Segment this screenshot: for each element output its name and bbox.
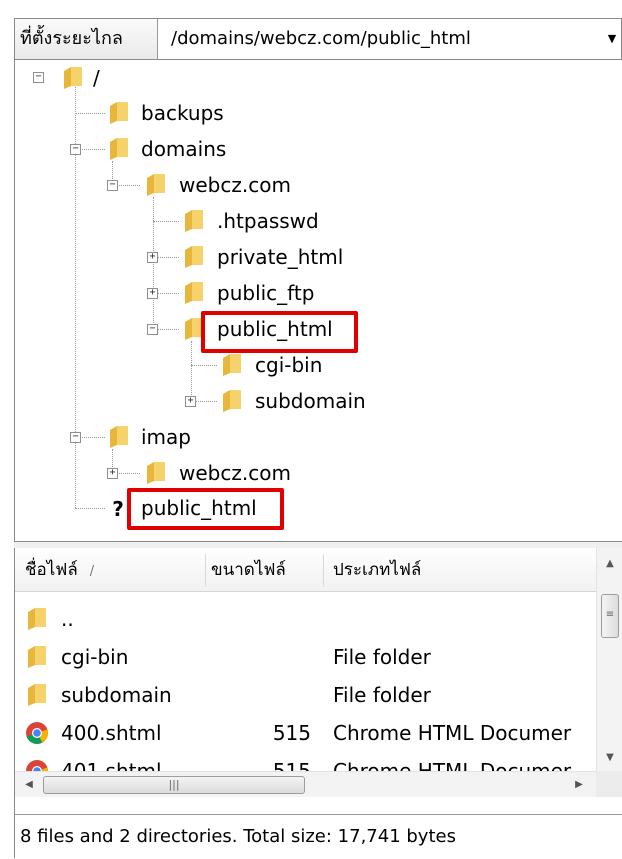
- remote-directory-tree: − − − + + − + − + / backups domains webc…: [14, 60, 622, 542]
- file-name: subdomain: [61, 683, 172, 707]
- collapse-domains-icon[interactable]: −: [70, 144, 81, 155]
- folder-icon: [223, 354, 241, 376]
- remote-file-list: ชื่อไฟล์ / ขนาดไฟล์ ประเภทไฟล์ .. cgi-bin…: [14, 548, 622, 814]
- path-dropdown-arrow-icon[interactable]: ▼: [603, 19, 621, 59]
- folder-icon: [28, 684, 46, 706]
- file-name: ..: [61, 607, 74, 631]
- tree-node-imap[interactable]: imap: [141, 422, 191, 452]
- tree-node-subdomain[interactable]: subdomain: [255, 386, 366, 416]
- tree-node-cgi-bin[interactable]: cgi-bin: [255, 350, 322, 380]
- scroll-down-icon[interactable]: ▼: [597, 746, 622, 770]
- file-row[interactable]: subdomain File folder: [15, 676, 597, 714]
- scroll-corner: [596, 771, 622, 797]
- tree-node-domains[interactable]: domains: [141, 134, 226, 164]
- column-header-filetype[interactable]: ประเภทไฟล์: [333, 548, 593, 592]
- chrome-icon: [26, 722, 48, 744]
- tree-node-root[interactable]: /: [93, 63, 100, 93]
- file-row[interactable]: cgi-bin File folder: [15, 638, 597, 676]
- tree-node-webcz-com[interactable]: webcz.com: [179, 170, 291, 200]
- unknown-folder-icon: ?: [107, 496, 129, 522]
- expand-public-ftp-icon[interactable]: +: [147, 288, 158, 299]
- collapse-public-html-icon[interactable]: −: [147, 324, 158, 335]
- sort-indicator: /: [89, 564, 95, 579]
- file-list-header: ชื่อไฟล์ / ขนาดไฟล์ ประเภทไฟล์: [15, 548, 597, 592]
- file-name: cgi-bin: [61, 645, 129, 669]
- folder-icon: [28, 646, 46, 668]
- horizontal-scroll-thumb[interactable]: |||: [43, 776, 305, 794]
- scroll-left-icon[interactable]: ◀: [17, 772, 41, 798]
- folder-icon: [147, 174, 165, 196]
- file-type: File folder: [333, 645, 431, 669]
- expand-private-html-icon[interactable]: +: [147, 252, 158, 263]
- folder-icon: [28, 608, 46, 630]
- scroll-up-icon[interactable]: ▲: [597, 552, 622, 576]
- folder-icon: [185, 210, 203, 232]
- tree-node-public-html[interactable]: public_html: [217, 314, 333, 344]
- status-bar: 8 files and 2 directories. Total size: 1…: [14, 814, 622, 858]
- remote-site-label: ที่ตั้งระยะไกล: [15, 19, 158, 59]
- file-type: File folder: [333, 683, 431, 707]
- expand-imap-webcz-icon[interactable]: +: [107, 468, 118, 479]
- file-row[interactable]: 400.shtml 515 Chrome HTML Documer: [15, 714, 597, 752]
- folder-icon: [147, 462, 165, 484]
- column-header-filename[interactable]: ชื่อไฟล์ /: [25, 548, 205, 592]
- remote-path-bar: ที่ตั้งระยะไกล /domains/webcz.com/public…: [14, 18, 622, 60]
- expand-subdomain-icon[interactable]: +: [185, 396, 196, 407]
- remote-path-input[interactable]: /domains/webcz.com/public_html: [165, 19, 605, 59]
- folder-icon: [110, 138, 128, 160]
- collapse-webcz-icon[interactable]: −: [107, 180, 118, 191]
- tree-node-htpasswd[interactable]: .htpasswd: [217, 206, 319, 236]
- file-size: 515: [272, 721, 311, 745]
- collapse-imap-icon[interactable]: −: [70, 432, 81, 443]
- folder-icon: [64, 67, 82, 89]
- tree-node-public-ftp[interactable]: public_ftp: [217, 278, 314, 308]
- tree-node-backups[interactable]: backups: [141, 98, 224, 128]
- tree-node-private-html[interactable]: private_html: [217, 242, 343, 272]
- horizontal-scrollbar[interactable]: ◀ ||| ▶: [15, 771, 597, 797]
- scroll-right-icon[interactable]: ▶: [567, 772, 591, 798]
- folder-icon: [110, 102, 128, 124]
- file-name: 400.shtml: [61, 721, 162, 745]
- file-type: Chrome HTML Documer: [333, 721, 572, 745]
- vertical-scrollbar[interactable]: ▲ ≡ ▼: [596, 548, 622, 771]
- column-header-filesize[interactable]: ขนาดไฟล์: [211, 548, 321, 592]
- folder-icon: [110, 426, 128, 448]
- folder-icon: [185, 246, 203, 268]
- collapse-root-icon[interactable]: −: [33, 72, 44, 83]
- folder-icon: [223, 390, 241, 412]
- file-row[interactable]: ..: [15, 600, 597, 638]
- vertical-scroll-thumb[interactable]: ≡: [601, 594, 619, 638]
- folder-icon: [185, 282, 203, 304]
- tree-node-imap-webcz-com[interactable]: webcz.com: [179, 458, 291, 488]
- tree-node-unknown-public-html[interactable]: public_html: [141, 493, 257, 523]
